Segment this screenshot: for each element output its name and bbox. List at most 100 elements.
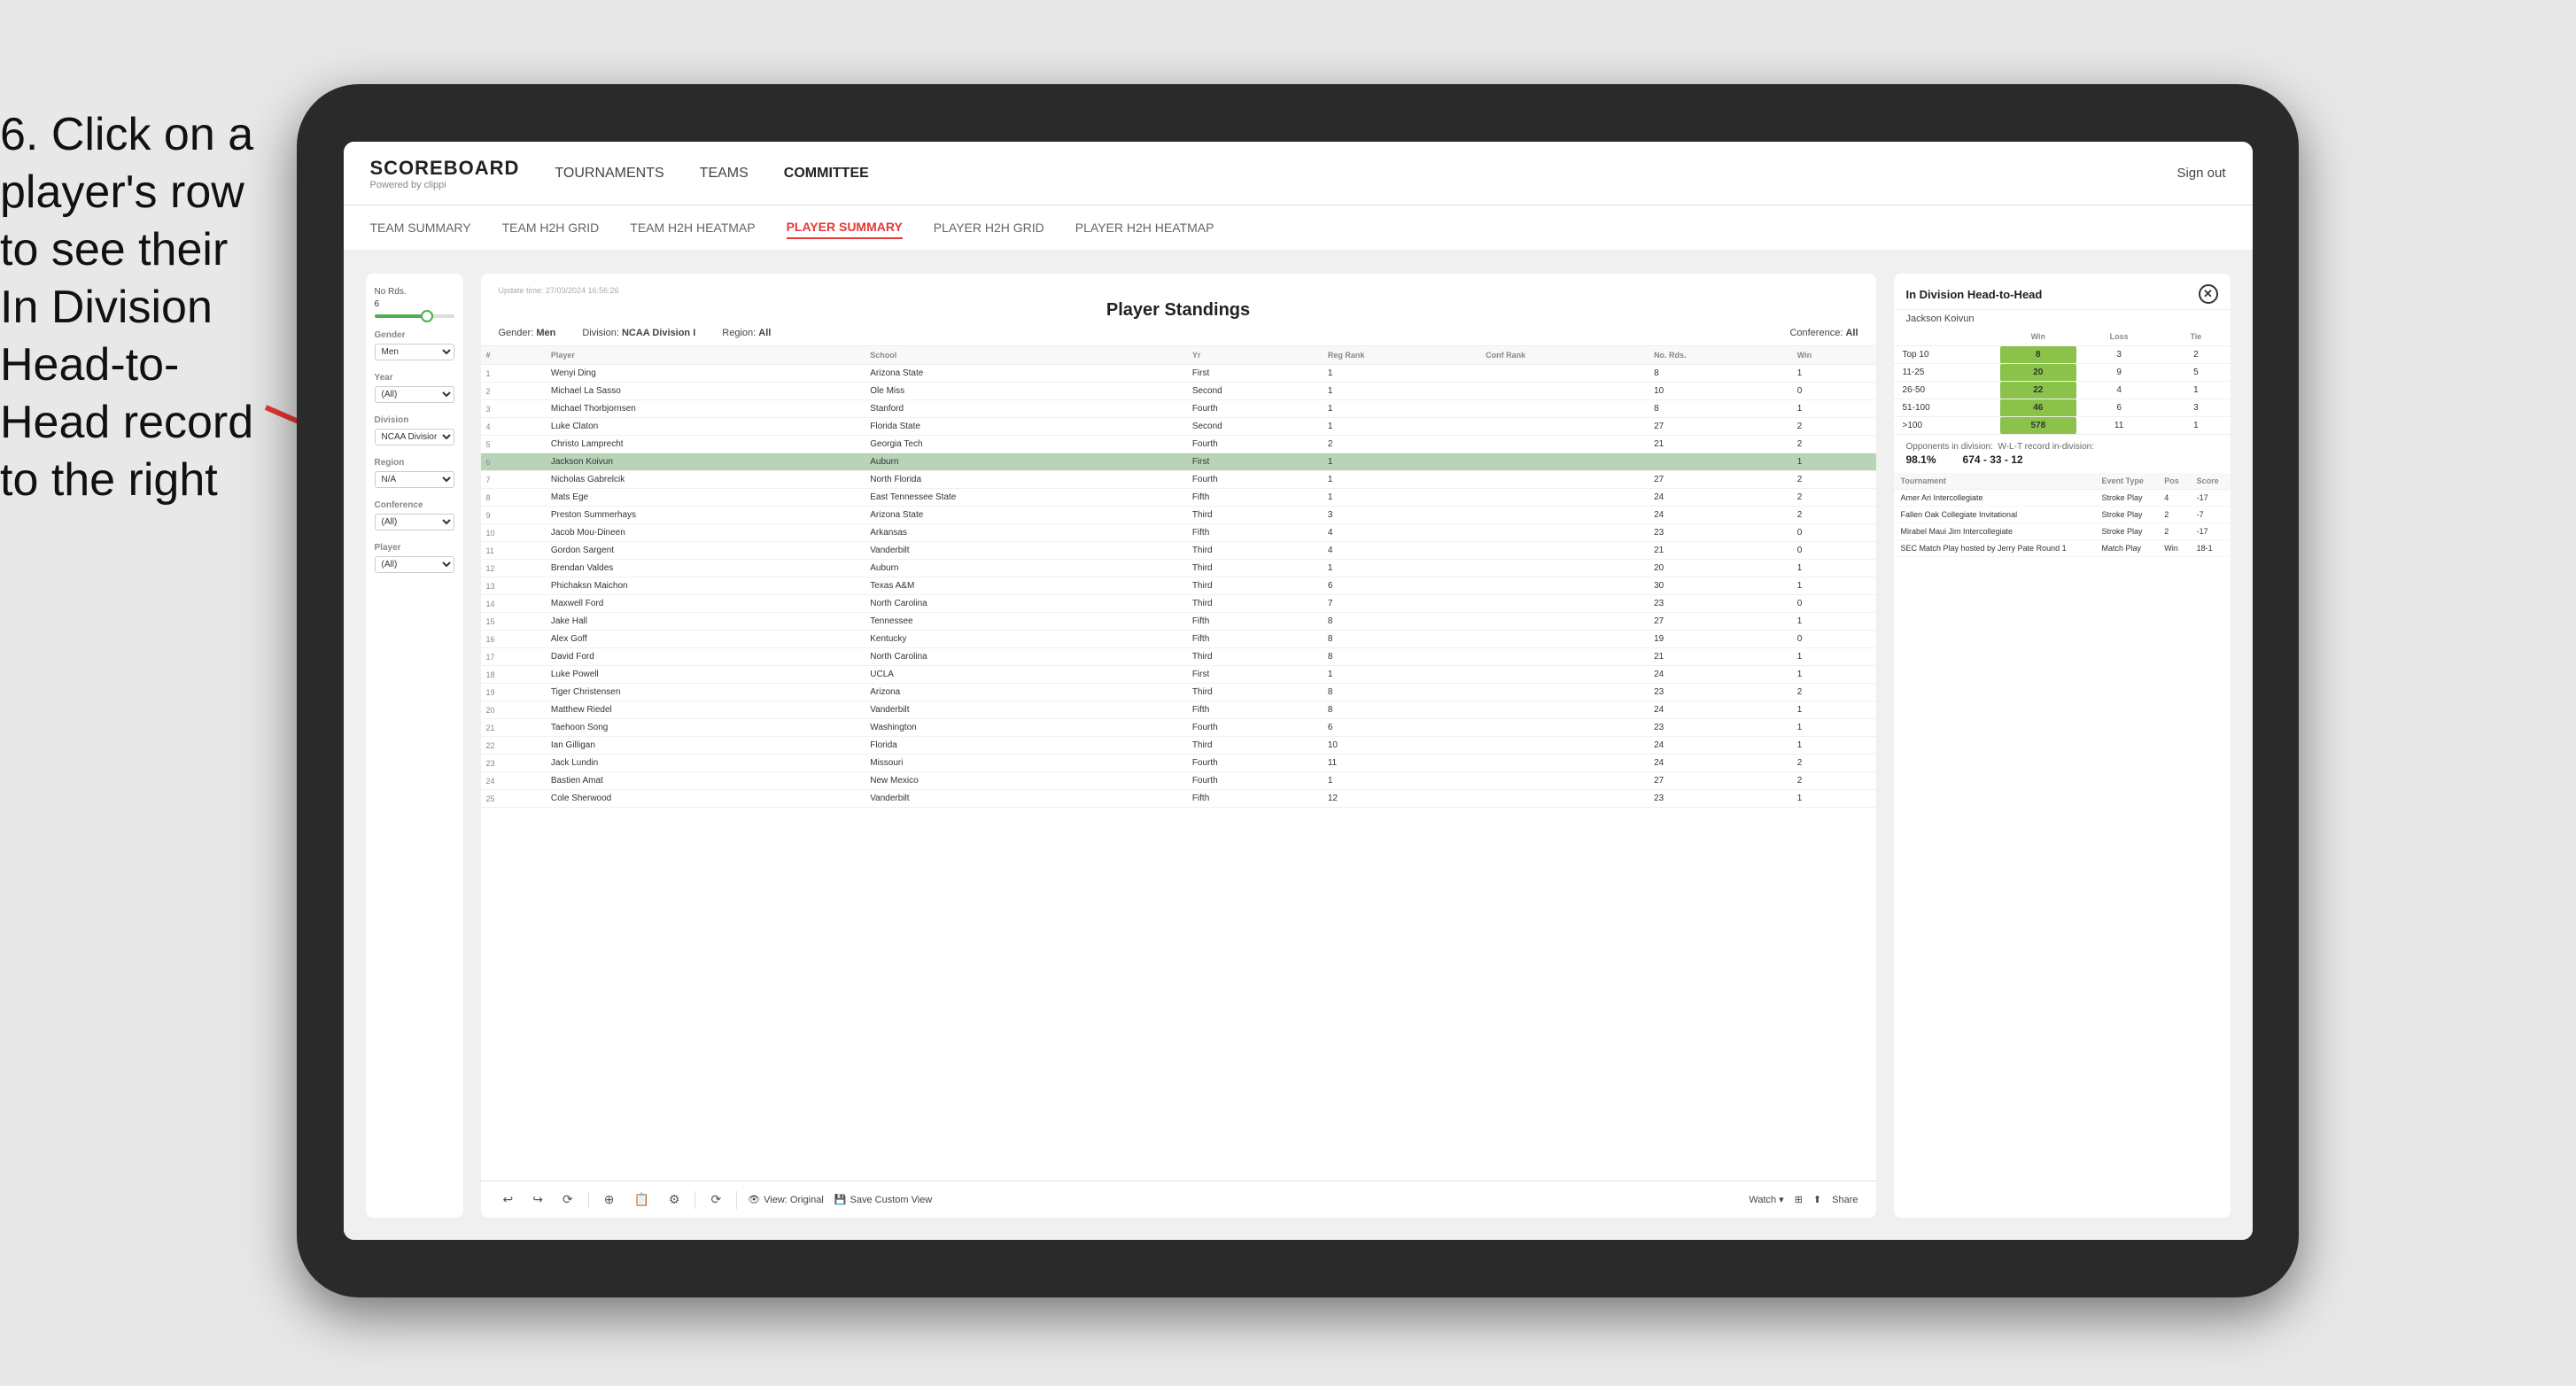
cell-no-rds: 8 xyxy=(1649,365,1792,383)
settings-btn[interactable]: ⚙ xyxy=(664,1189,685,1210)
cell-conf-rank xyxy=(1480,719,1649,737)
opponents-section: Opponents in division: W-L-T record in-d… xyxy=(1894,434,2231,473)
year-select[interactable]: (All) xyxy=(375,386,454,403)
table-row[interactable]: 10 Jacob Mou-Dineen Arkansas Fifth 4 23 … xyxy=(481,524,1876,542)
cell-conf-rank xyxy=(1480,737,1649,755)
player-select[interactable]: (All) xyxy=(375,556,454,573)
tournament-score: -17 xyxy=(2190,490,2231,507)
table-row[interactable]: 17 David Ford North Carolina Third 8 21 … xyxy=(481,648,1876,666)
save-custom-label[interactable]: 💾 Save Custom View xyxy=(834,1194,932,1205)
col-pos: Pos xyxy=(2157,473,2189,490)
table-row[interactable]: 23 Jack Lundin Missouri Fourth 11 24 2 xyxy=(481,755,1876,772)
table-row[interactable]: 6 Jackson Koivun Auburn First 1 1 xyxy=(481,453,1876,471)
table-row[interactable]: 14 Maxwell Ford North Carolina Third 7 2… xyxy=(481,595,1876,613)
h2h-cell-label: 11-25 xyxy=(1894,364,2000,382)
h2h-cell-tie: 1 xyxy=(2161,417,2230,435)
redo-btn[interactable]: ↪ xyxy=(528,1189,547,1210)
view-icon: 👁 xyxy=(748,1194,760,1205)
tournament-type: Stroke Play xyxy=(2094,490,2157,507)
table-row[interactable]: 4 Luke Claton Florida State Second 1 27 … xyxy=(481,418,1876,436)
col-reg-rank: Reg Rank xyxy=(1323,346,1480,365)
view-original-label[interactable]: 👁 View: Original xyxy=(748,1194,824,1205)
table-row[interactable]: 20 Matthew Riedel Vanderbilt Fifth 8 24 … xyxy=(481,701,1876,719)
table-row[interactable]: 13 Phichaksn Maichon Texas A&M Third 6 3… xyxy=(481,577,1876,595)
cell-conf-rank xyxy=(1480,631,1649,648)
gender-filter-label: Gender: Men xyxy=(499,328,556,338)
export-btn[interactable]: ⬆ xyxy=(1813,1194,1821,1205)
sign-out-button[interactable]: Sign out xyxy=(2176,166,2225,181)
tournament-row: Mirabel Maui Jim Intercollegiate Stroke … xyxy=(1894,523,2231,540)
conference-select[interactable]: (All) xyxy=(375,514,454,530)
conference-filter-label: Conference: All xyxy=(1789,328,1858,338)
subnav-team-h2h-heatmap[interactable]: TEAM H2H HEATMAP xyxy=(630,217,755,238)
standings-header-row: # Player School Yr Reg Rank Conf Rank No… xyxy=(481,346,1876,365)
table-row[interactable]: 12 Brendan Valdes Auburn Third 1 20 1 xyxy=(481,560,1876,577)
table-row[interactable]: 2 Michael La Sasso Ole Miss Second 1 10 … xyxy=(481,383,1876,400)
cell-no-rds: 24 xyxy=(1649,701,1792,719)
cell-player: Wenyi Ding xyxy=(546,365,865,383)
table-row[interactable]: 9 Preston Summerhays Arizona State Third… xyxy=(481,507,1876,524)
close-btn[interactable]: ✕ xyxy=(2199,284,2218,304)
cell-reg-rank: 1 xyxy=(1323,489,1480,507)
gender-select[interactable]: Men xyxy=(375,344,454,360)
copy-btn[interactable]: ⊕ xyxy=(600,1189,619,1210)
cell-rank: 5 xyxy=(481,436,546,453)
table-row[interactable]: 24 Bastien Amat New Mexico Fourth 1 27 2 xyxy=(481,772,1876,790)
table-row[interactable]: 1 Wenyi Ding Arizona State First 1 8 1 xyxy=(481,365,1876,383)
table-row[interactable]: 25 Cole Sherwood Vanderbilt Fifth 12 23 … xyxy=(481,790,1876,808)
subnav-player-h2h-grid[interactable]: PLAYER H2H GRID xyxy=(934,217,1044,238)
h2h-row: 26-50 22 4 1 xyxy=(1894,382,2231,399)
tournament-row: SEC Match Play hosted by Jerry Pate Roun… xyxy=(1894,540,2231,557)
undo-btn[interactable]: ↩ xyxy=(499,1189,518,1210)
cell-reg-rank: 6 xyxy=(1323,719,1480,737)
standings-title: Player Standings xyxy=(499,300,1858,321)
cell-no-rds: 21 xyxy=(1649,542,1792,560)
nav-item-tournaments[interactable]: TOURNAMENTS xyxy=(555,162,663,185)
table-row[interactable]: 19 Tiger Christensen Arizona Third 8 23 … xyxy=(481,684,1876,701)
cell-player: Cole Sherwood xyxy=(546,790,865,808)
more-options-btn[interactable]: ⊞ xyxy=(1795,1194,1803,1205)
h2h-cell-tie: 2 xyxy=(2161,346,2230,364)
region-select[interactable]: N/A xyxy=(375,471,454,488)
refresh-btn[interactable]: ⟳ xyxy=(706,1189,725,1210)
table-row[interactable]: 16 Alex Goff Kentucky Fifth 8 19 0 xyxy=(481,631,1876,648)
table-row[interactable]: 7 Nicholas Gabrelcik North Florida Fourt… xyxy=(481,471,1876,489)
cell-reg-rank: 1 xyxy=(1323,418,1480,436)
subnav-player-summary[interactable]: PLAYER SUMMARY xyxy=(787,216,903,239)
save-icon: 💾 xyxy=(834,1194,847,1205)
division-select[interactable]: NCAA Division I xyxy=(375,429,454,445)
cell-no-rds: 10 xyxy=(1649,383,1792,400)
table-row[interactable]: 22 Ian Gilligan Florida Third 10 24 1 xyxy=(481,737,1876,755)
table-row[interactable]: 21 Taehoon Song Washington Fourth 6 23 1 xyxy=(481,719,1876,737)
subnav-team-h2h-grid[interactable]: TEAM H2H GRID xyxy=(502,217,600,238)
table-row[interactable]: 18 Luke Powell UCLA First 1 24 1 xyxy=(481,666,1876,684)
table-row[interactable]: 3 Michael Thorbjornsen Stanford Fourth 1… xyxy=(481,400,1876,418)
table-row[interactable]: 5 Christo Lamprecht Georgia Tech Fourth … xyxy=(481,436,1876,453)
cell-rank: 10 xyxy=(481,524,546,542)
cell-reg-rank: 8 xyxy=(1323,631,1480,648)
subnav-team-summary[interactable]: TEAM SUMMARY xyxy=(370,217,471,238)
nav-item-teams[interactable]: TEAMS xyxy=(700,162,749,185)
nav-items: TOURNAMENTS TEAMS COMMITTEE xyxy=(555,162,2176,185)
cell-win: 2 xyxy=(1792,489,1876,507)
forward-btn[interactable]: ⟳ xyxy=(558,1189,578,1210)
cell-reg-rank: 6 xyxy=(1323,577,1480,595)
nav-item-committee[interactable]: COMMITTEE xyxy=(784,162,869,185)
paste-btn[interactable]: 📋 xyxy=(629,1189,653,1210)
share-btn[interactable]: Share xyxy=(1832,1195,1858,1205)
watch-btn[interactable]: Watch ▾ xyxy=(1749,1194,1783,1205)
cell-yr: Third xyxy=(1187,595,1323,613)
cell-yr: Fourth xyxy=(1187,719,1323,737)
col-school: School xyxy=(865,346,1187,365)
no-rds-slider[interactable] xyxy=(375,314,454,318)
cell-reg-rank: 1 xyxy=(1323,471,1480,489)
table-row[interactable]: 11 Gordon Sargent Vanderbilt Third 4 21 … xyxy=(481,542,1876,560)
tournament-score: -7 xyxy=(2190,507,2231,523)
tournament-name: Mirabel Maui Jim Intercollegiate xyxy=(1894,523,2095,540)
table-row[interactable]: 15 Jake Hall Tennessee Fifth 8 27 1 xyxy=(481,613,1876,631)
table-row[interactable]: 8 Mats Ege East Tennessee State Fifth 1 … xyxy=(481,489,1876,507)
h2h-cell-label: 51-100 xyxy=(1894,399,2000,417)
subnav-player-h2h-heatmap[interactable]: PLAYER H2H HEATMAP xyxy=(1075,217,1214,238)
cell-yr: Fifth xyxy=(1187,790,1323,808)
cell-rank: 14 xyxy=(481,595,546,613)
